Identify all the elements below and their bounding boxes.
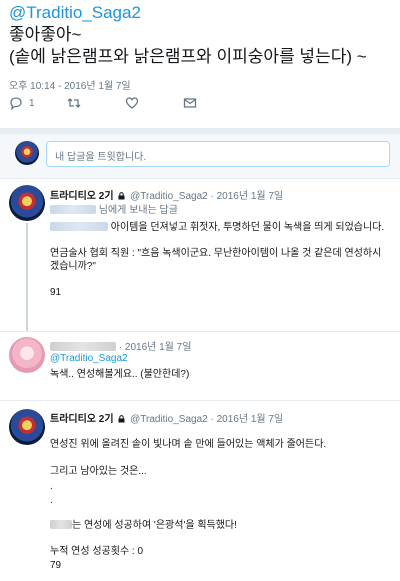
tweet-text-line-1: 좋아좋아~ (9, 25, 82, 44)
redacted-item (50, 222, 108, 231)
reply-text: @Traditio_Saga2 녹색.. 연성해볼게요.. (불안한데?) (50, 352, 390, 381)
reply-line-1: 아이템을 던져넣고 휘젓자, 투명하던 물이 녹색을 띄게 되었습니다. (110, 222, 385, 233)
reply-action[interactable]: 1 (9, 96, 67, 110)
reply-mention[interactable]: @Traditio_Saga2 (50, 352, 390, 365)
reply-line-4: 누적 연성 성공횟수 : 0 (50, 546, 144, 557)
reply-line-5: 79 (50, 560, 62, 571)
reply-count: 1 (29, 97, 35, 109)
tweet-text-line-2: (솥에 낡은램프와 낡은램프와 이피숭아를 넣는다) ~ (9, 47, 367, 66)
user-avatar[interactable] (15, 141, 39, 165)
redacted-item (50, 520, 72, 529)
message-action[interactable] (183, 96, 197, 110)
reply-text: 님에게 보내는 답글 아이템을 던져넣고 휘젓자, 투명하던 물이 녹색을 띄게… (50, 204, 390, 299)
reply-avatar[interactable] (9, 185, 45, 221)
reply-line-1: 녹색.. 연성해볼게요.. (불안한데?) (50, 369, 190, 380)
reply-author-name[interactable]: 트라디티오 2기 (50, 191, 114, 202)
tweet-text: 좋아좋아~ (솥에 낡은램프와 낡은램프와 이피숭아를 넣는다) ~ (9, 24, 394, 68)
reply-line-3: 91 (50, 287, 62, 298)
redacted-name (50, 205, 96, 214)
reply-header: 트라디티오 2기 @Traditio_Saga2 · 2016년 1월 7일 (50, 410, 283, 425)
ellipsis-dot: . (50, 481, 53, 492)
tweet-timestamp[interactable]: 오후 10:14 - 2016년 1월 7일 (9, 77, 131, 92)
heart-icon (125, 97, 139, 109)
reply-avatar[interactable] (9, 409, 45, 445)
reply-author-name[interactable]: 트라디티오 2기 (50, 414, 114, 425)
like-action[interactable] (125, 96, 183, 110)
tweet-author-handle[interactable]: @Traditio_Saga2 (9, 3, 141, 23)
reply-line-2: 그리고 남아있는 것은... (50, 466, 147, 477)
divider (0, 400, 400, 401)
divider (0, 178, 400, 179)
envelope-icon (183, 98, 197, 108)
reply-avatar[interactable] (9, 337, 45, 373)
reply-line-3: 는 연성에 성공하여 '은광석'을 획득했다! (72, 520, 237, 531)
reply-text: 연성진 위에 올려진 솥이 빛나며 솥 만에 들어있는 액체가 줄어든다. 그리… (50, 438, 390, 572)
reply-line-1: 연성진 위에 올려진 솥이 빛나며 솥 만에 들어있는 액체가 줄어든다. (50, 439, 327, 450)
reply-header: 트라디티오 2기 @Traditio_Saga2 · 2016년 1월 7일 (50, 187, 283, 202)
retweet-action[interactable] (67, 96, 125, 110)
ellipsis-dot: . (50, 495, 53, 506)
reply-handle-time[interactable]: @Traditio_Saga2 · 2016년 1월 7일 (130, 191, 283, 202)
reply-handle-time[interactable]: @Traditio_Saga2 · 2016년 1월 7일 (130, 414, 283, 425)
replying-to: 님에게 보내는 답글 (98, 205, 178, 216)
thread-line (26, 223, 28, 331)
lock-icon (118, 192, 125, 200)
lock-icon (118, 415, 125, 423)
reply-header: · 2016년 1월 7일 (50, 338, 191, 353)
redacted-author (50, 342, 116, 351)
divider (0, 331, 400, 332)
retweet-icon (67, 98, 81, 108)
reply-icon (10, 97, 22, 110)
tweet-actions: 1 (9, 96, 197, 110)
reply-line-2: 연금술사 협회 직원 : "흐음 녹색이군요. 무난한아이템이 나올 것 같은데… (50, 248, 382, 272)
reply-input[interactable]: 내 답글을 트윗합니다. (46, 141, 390, 167)
